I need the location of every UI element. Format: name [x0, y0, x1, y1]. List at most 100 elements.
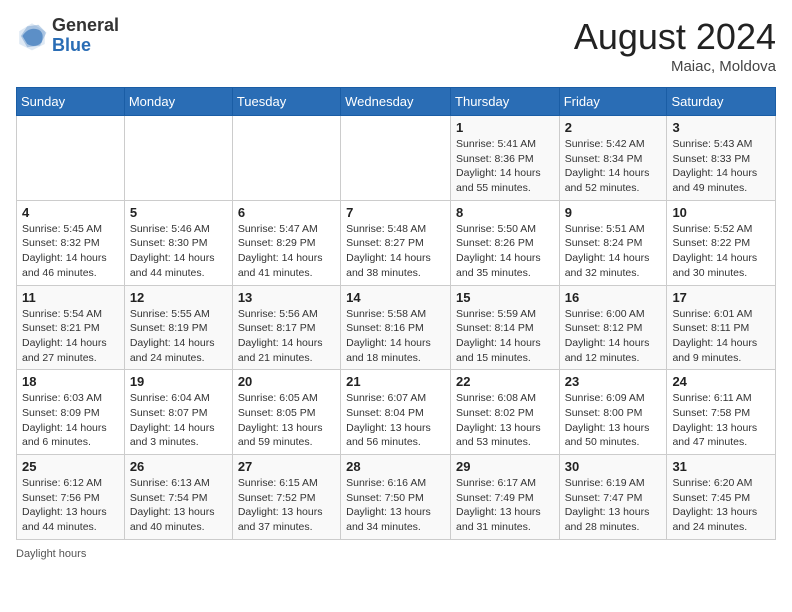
calendar-cell: 13 Sunrise: 5:56 AM Sunset: 8:17 PM Dayli… — [232, 285, 340, 370]
calendar-cell: 16 Sunrise: 6:00 AM Sunset: 8:12 PM Dayli… — [559, 285, 667, 370]
logo-icon — [16, 20, 48, 52]
calendar-cell: 14 Sunrise: 5:58 AM Sunset: 8:16 PM Dayli… — [341, 285, 451, 370]
day-of-week-header: Sunday — [17, 88, 125, 116]
day-info: Sunrise: 6:03 AM Sunset: 8:09 PM Dayligh… — [22, 391, 119, 450]
calendar-cell: 24 Sunrise: 6:11 AM Sunset: 7:58 PM Dayli… — [667, 370, 776, 455]
day-number: 9 — [565, 205, 662, 220]
day-number: 6 — [238, 205, 335, 220]
calendar-cell: 25 Sunrise: 6:12 AM Sunset: 7:56 PM Dayli… — [17, 455, 125, 540]
day-of-week-header: Thursday — [451, 88, 560, 116]
day-number: 21 — [346, 374, 445, 389]
day-info: Sunrise: 6:19 AM Sunset: 7:47 PM Dayligh… — [565, 476, 662, 535]
calendar-cell: 22 Sunrise: 6:08 AM Sunset: 8:02 PM Dayli… — [451, 370, 560, 455]
calendar-cell: 10Sunrise: 5:52 AM Sunset: 8:22 PM Dayli… — [667, 200, 776, 285]
calendar-cell: 12 Sunrise: 5:55 AM Sunset: 8:19 PM Dayli… — [124, 285, 232, 370]
day-number: 3 — [672, 120, 770, 135]
day-info: Sunrise: 5:56 AM Sunset: 8:17 PM Dayligh… — [238, 307, 335, 366]
day-info: Sunrise: 5:51 AM Sunset: 8:24 PM Dayligh… — [565, 222, 662, 281]
calendar-cell: 4 Sunrise: 5:45 AM Sunset: 8:32 PM Daylig… — [17, 200, 125, 285]
day-of-week-header: Tuesday — [232, 88, 340, 116]
day-info: Sunrise: 5:45 AM Sunset: 8:32 PM Dayligh… — [22, 222, 119, 281]
day-info: Sunrise: 6:11 AM Sunset: 7:58 PM Dayligh… — [672, 391, 770, 450]
page-header: General Blue August 2024 Maiac, Moldova — [16, 16, 776, 75]
calendar-cell: 28Sunrise: 6:16 AM Sunset: 7:50 PM Dayli… — [341, 455, 451, 540]
day-number: 5 — [130, 205, 227, 220]
logo: General Blue — [16, 16, 119, 56]
day-number: 25 — [22, 459, 119, 474]
day-number: 30 — [565, 459, 662, 474]
day-number: 1 — [456, 120, 554, 135]
day-info: Sunrise: 6:15 AM Sunset: 7:52 PM Dayligh… — [238, 476, 335, 535]
calendar-table: SundayMondayTuesdayWednesdayThursdayFrid… — [16, 87, 776, 540]
calendar-header-row: SundayMondayTuesdayWednesdayThursdayFrid… — [17, 88, 776, 116]
calendar-cell: 29Sunrise: 6:17 AM Sunset: 7:49 PM Dayli… — [451, 455, 560, 540]
calendar-cell: 31Sunrise: 6:20 AM Sunset: 7:45 PM Dayli… — [667, 455, 776, 540]
day-info: Sunrise: 6:01 AM Sunset: 8:11 PM Dayligh… — [672, 307, 770, 366]
day-number: 2 — [565, 120, 662, 135]
day-info: Sunrise: 6:13 AM Sunset: 7:54 PM Dayligh… — [130, 476, 227, 535]
calendar-cell: 7 Sunrise: 5:48 AM Sunset: 8:27 PM Daylig… — [341, 200, 451, 285]
day-number: 22 — [456, 374, 554, 389]
calendar-cell: 8 Sunrise: 5:50 AM Sunset: 8:26 PM Daylig… — [451, 200, 560, 285]
day-info: Sunrise: 5:55 AM Sunset: 8:19 PM Dayligh… — [130, 307, 227, 366]
calendar-cell: 21 Sunrise: 6:07 AM Sunset: 8:04 PM Dayli… — [341, 370, 451, 455]
day-info: Sunrise: 6:05 AM Sunset: 8:05 PM Dayligh… — [238, 391, 335, 450]
day-info: Sunrise: 5:47 AM Sunset: 8:29 PM Dayligh… — [238, 222, 335, 281]
calendar-week-row: 4 Sunrise: 5:45 AM Sunset: 8:32 PM Daylig… — [17, 200, 776, 285]
month-title: August 2024 — [574, 16, 776, 58]
day-info: Sunrise: 6:08 AM Sunset: 8:02 PM Dayligh… — [456, 391, 554, 450]
day-number: 12 — [130, 290, 227, 305]
calendar-cell: 23Sunrise: 6:09 AM Sunset: 8:00 PM Dayli… — [559, 370, 667, 455]
day-info: Sunrise: 6:12 AM Sunset: 7:56 PM Dayligh… — [22, 476, 119, 535]
day-info: Sunrise: 5:42 AM Sunset: 8:34 PM Dayligh… — [565, 137, 662, 196]
day-info: Sunrise: 6:00 AM Sunset: 8:12 PM Dayligh… — [565, 307, 662, 366]
day-number: 20 — [238, 374, 335, 389]
day-info: Sunrise: 6:20 AM Sunset: 7:45 PM Dayligh… — [672, 476, 770, 535]
calendar-cell: 20 Sunrise: 6:05 AM Sunset: 8:05 PM Dayli… — [232, 370, 340, 455]
day-number: 16 — [565, 290, 662, 305]
day-info: Sunrise: 5:46 AM Sunset: 8:30 PM Dayligh… — [130, 222, 227, 281]
calendar-cell: 18 Sunrise: 6:03 AM Sunset: 8:09 PM Dayli… — [17, 370, 125, 455]
calendar-week-row: 18 Sunrise: 6:03 AM Sunset: 8:09 PM Dayli… — [17, 370, 776, 455]
day-info: Sunrise: 5:58 AM Sunset: 8:16 PM Dayligh… — [346, 307, 445, 366]
calendar-week-row: 11Sunrise: 5:54 AM Sunset: 8:21 PM Dayli… — [17, 285, 776, 370]
calendar-week-row: 1Sunrise: 5:41 AM Sunset: 8:36 PM Daylig… — [17, 116, 776, 201]
day-number: 4 — [22, 205, 119, 220]
day-number: 13 — [238, 290, 335, 305]
location: Maiac, Moldova — [574, 58, 776, 75]
calendar-cell: 9 Sunrise: 5:51 AM Sunset: 8:24 PM Daylig… — [559, 200, 667, 285]
day-info: Sunrise: 5:52 AM Sunset: 8:22 PM Dayligh… — [672, 222, 770, 281]
day-number: 11 — [22, 290, 119, 305]
day-number: 24 — [672, 374, 770, 389]
day-number: 17 — [672, 290, 770, 305]
calendar-cell — [232, 116, 340, 201]
day-of-week-header: Saturday — [667, 88, 776, 116]
calendar-cell: 26 Sunrise: 6:13 AM Sunset: 7:54 PM Dayli… — [124, 455, 232, 540]
day-info: Sunrise: 6:04 AM Sunset: 8:07 PM Dayligh… — [130, 391, 227, 450]
day-info: Sunrise: 5:50 AM Sunset: 8:26 PM Dayligh… — [456, 222, 554, 281]
day-of-week-header: Friday — [559, 88, 667, 116]
calendar-cell — [124, 116, 232, 201]
calendar-cell: 19 Sunrise: 6:04 AM Sunset: 8:07 PM Dayli… — [124, 370, 232, 455]
day-number: 26 — [130, 459, 227, 474]
day-number: 7 — [346, 205, 445, 220]
calendar-cell: 6 Sunrise: 5:47 AM Sunset: 8:29 PM Daylig… — [232, 200, 340, 285]
logo-text: General Blue — [52, 16, 119, 56]
title-block: August 2024 Maiac, Moldova — [574, 16, 776, 75]
day-number: 8 — [456, 205, 554, 220]
day-info: Sunrise: 5:48 AM Sunset: 8:27 PM Dayligh… — [346, 222, 445, 281]
day-info: Sunrise: 5:59 AM Sunset: 8:14 PM Dayligh… — [456, 307, 554, 366]
calendar-cell: 30 Sunrise: 6:19 AM Sunset: 7:47 PM Dayli… — [559, 455, 667, 540]
day-info: Sunrise: 6:16 AM Sunset: 7:50 PM Dayligh… — [346, 476, 445, 535]
day-number: 19 — [130, 374, 227, 389]
day-number: 18 — [22, 374, 119, 389]
calendar-cell: 27 Sunrise: 6:15 AM Sunset: 7:52 PM Dayli… — [232, 455, 340, 540]
day-number: 27 — [238, 459, 335, 474]
calendar-cell — [17, 116, 125, 201]
day-number: 29 — [456, 459, 554, 474]
day-number: 14 — [346, 290, 445, 305]
calendar-cell: 5 Sunrise: 5:46 AM Sunset: 8:30 PM Daylig… — [124, 200, 232, 285]
calendar-cell: 1Sunrise: 5:41 AM Sunset: 8:36 PM Daylig… — [451, 116, 560, 201]
day-of-week-header: Monday — [124, 88, 232, 116]
day-info: Sunrise: 6:07 AM Sunset: 8:04 PM Dayligh… — [346, 391, 445, 450]
